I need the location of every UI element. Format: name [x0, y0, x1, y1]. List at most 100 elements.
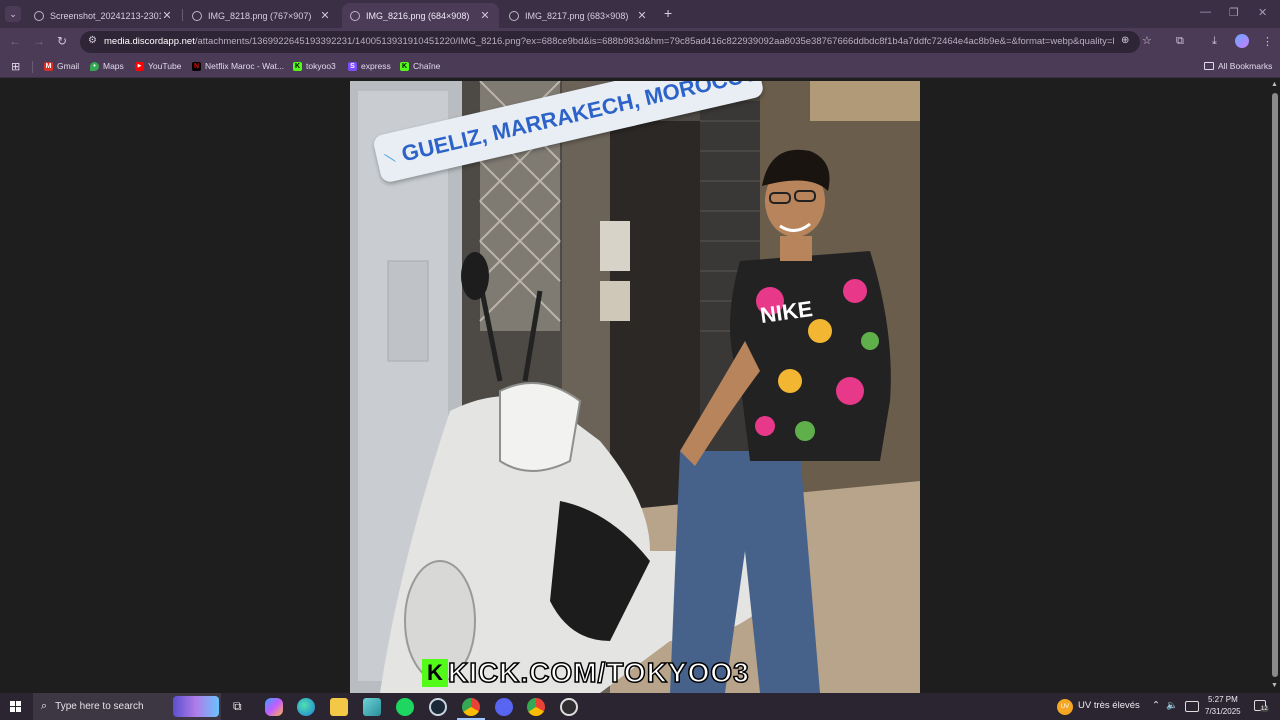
url-text[interactable]: media.discordapp.net/attachments/1369922…	[104, 36, 1114, 47]
gmail-icon: M	[44, 61, 53, 71]
tab-strip: ⌄ Screenshot_20241213-230153... ✕ IMG_82…	[0, 0, 1280, 28]
scroll-down-icon[interactable]: ▼	[1271, 682, 1278, 689]
weather-text[interactable]: UV très élevés	[1078, 700, 1140, 711]
bookmark-gmail[interactable]: M Gmail	[44, 61, 79, 71]
bookmark-star-icon[interactable]: ☆	[1142, 34, 1152, 47]
address-bar[interactable]: ⚙ media.discordapp.net/attachments/13699…	[80, 31, 1152, 53]
tab-search-button[interactable]: ⌄	[5, 6, 21, 22]
download-icon[interactable]: ⤓	[1212, 35, 1217, 48]
bookmark-label: Netflix Maroc - Wat...	[205, 61, 285, 71]
kick-logo-icon: K	[422, 659, 448, 687]
close-window-button[interactable]: ✕	[1258, 6, 1267, 19]
restore-button[interactable]: ❐	[1229, 6, 1239, 19]
chrome-profile-icon[interactable]	[527, 698, 545, 716]
network-icon[interactable]	[1185, 701, 1199, 712]
start-button[interactable]	[10, 701, 22, 713]
obs-icon[interactable]	[560, 698, 578, 716]
taskbar-search[interactable]: ⌕ Type here to search	[33, 693, 221, 720]
bookmark-maps[interactable]: • Maps	[90, 61, 124, 71]
bookmarks-bar: ⊞ M Gmail • Maps ▶ YouTube N Netflix Mar…	[0, 56, 1280, 78]
apps-grid-icon[interactable]: ⊞	[11, 60, 20, 73]
site-info-icon[interactable]: ⚙	[88, 35, 97, 46]
close-icon[interactable]: ✕	[636, 9, 648, 22]
photo-illustration: NIKE	[350, 81, 920, 693]
bookmark-tokyoo3[interactable]: K tokyoo3	[293, 61, 336, 71]
kick-watermark: K KICK.COM/TOKYOO3	[422, 656, 750, 689]
weather-icon[interactable]: UV	[1057, 699, 1073, 715]
tab-img-8216[interactable]: IMG_8216.png (684×908) ✕	[342, 3, 499, 28]
globe-icon	[509, 10, 519, 21]
app-icon[interactable]	[363, 698, 381, 716]
minimize-button[interactable]: —	[1200, 6, 1211, 18]
search-highlight-image	[173, 696, 219, 717]
map-pin-icon	[383, 153, 397, 162]
browser-toolbar: ← → ↻ ⚙ media.discordapp.net/attachments…	[0, 28, 1280, 56]
close-icon[interactable]: ✕	[479, 9, 491, 22]
youtube-icon: ▶	[135, 61, 144, 71]
photo-image[interactable]: NIKE GUELIZ, MARRAKECH, MOROCCO K KICK.C…	[350, 81, 920, 693]
chevron-down-icon: ⌄	[9, 9, 17, 19]
new-tab-button[interactable]: +	[664, 5, 672, 21]
globe-icon	[34, 10, 44, 21]
folder-icon	[1204, 62, 1214, 70]
tray-overflow-icon[interactable]: ⌃	[1152, 700, 1160, 711]
all-bookmarks-label: All Bookmarks	[1218, 61, 1273, 71]
globe-icon	[350, 10, 360, 21]
scrollbar-thumb[interactable]	[1272, 93, 1278, 677]
reload-icon[interactable]: ↻	[57, 34, 67, 48]
bookmark-express[interactable]: S express	[348, 61, 391, 71]
tab-screenshot[interactable]: Screenshot_20241213-230153... ✕	[26, 3, 181, 28]
notification-badge: 12	[1260, 706, 1269, 712]
zoom-icon[interactable]: ⊕	[1121, 35, 1129, 46]
edge-icon[interactable]	[297, 698, 315, 716]
vertical-scrollbar[interactable]: ▲ ▼	[1270, 79, 1280, 693]
clock-date[interactable]: 7/31/2025	[1205, 707, 1241, 716]
tab-img-8218[interactable]: IMG_8218.png (767×907) ✕	[184, 3, 339, 28]
tab-img-8217[interactable]: IMG_8217.png (683×908) ✕	[501, 3, 656, 28]
bookmark-youtube[interactable]: ▶ YouTube	[135, 61, 181, 71]
scroll-up-icon[interactable]: ▲	[1271, 81, 1278, 88]
globe-icon	[192, 10, 202, 21]
bookmark-divider	[32, 61, 33, 73]
tab-title: Screenshot_20241213-230153...	[50, 10, 161, 21]
maps-pin-icon: •	[90, 61, 99, 71]
page-content: NIKE GUELIZ, MARRAKECH, MOROCCO K KICK.C…	[0, 79, 1280, 693]
kick-icon: K	[293, 61, 302, 71]
search-icon: ⌕	[41, 700, 48, 712]
chrome-icon[interactable]	[462, 698, 480, 716]
extensions-icon[interactable]: ⧉	[1176, 35, 1184, 48]
close-icon[interactable]: ✕	[161, 9, 173, 22]
bookmark-label: YouTube	[148, 61, 182, 71]
search-placeholder: Type here to search	[55, 701, 144, 712]
file-explorer-icon[interactable]	[330, 698, 348, 716]
clock-time[interactable]: 5:27 PM	[1208, 695, 1238, 704]
spotify-icon[interactable]	[396, 698, 414, 716]
url-path: /attachments/1369922645193392231/1400513…	[194, 36, 1114, 47]
watermark-text: KICK.COM/TOKYOO3	[447, 656, 750, 689]
bookmark-label: Gmail	[57, 61, 80, 71]
tab-title: IMG_8218.png (767×907)	[208, 10, 312, 21]
kick-icon: K	[400, 61, 409, 71]
windows-logo-icon	[10, 701, 22, 712]
bookmark-label: tokyoo3	[306, 61, 336, 71]
profile-avatar[interactable]	[1235, 34, 1249, 48]
tab-title: IMG_8216.png (684×908)	[366, 10, 470, 21]
forward-arrow-icon[interactable]: →	[33, 34, 45, 48]
bookmark-netflix[interactable]: N Netflix Maroc - Wat...	[192, 61, 284, 71]
discord-icon[interactable]	[495, 698, 513, 716]
task-view-icon[interactable]: ⧉	[233, 699, 242, 714]
windows-taskbar: ⌕ Type here to search ⧉ UV UV très élevé…	[0, 693, 1280, 720]
express-icon: S	[348, 61, 357, 71]
steam-icon[interactable]	[429, 698, 447, 716]
bookmark-chaine[interactable]: K Chaîne	[400, 61, 440, 71]
tab-title: IMG_8217.png (683×908)	[525, 10, 629, 21]
tab-divider	[182, 9, 183, 21]
bookmark-label: Chaîne	[413, 61, 441, 71]
close-icon[interactable]: ✕	[319, 9, 331, 22]
bookmark-label: express	[361, 61, 391, 71]
copilot-icon[interactable]	[265, 698, 283, 716]
menu-dots-icon[interactable]: ⋮	[1262, 35, 1273, 48]
volume-icon[interactable]: 🔈	[1166, 700, 1178, 711]
back-arrow-icon[interactable]: ←	[9, 34, 21, 48]
all-bookmarks[interactable]: All Bookmarks	[1204, 61, 1272, 71]
